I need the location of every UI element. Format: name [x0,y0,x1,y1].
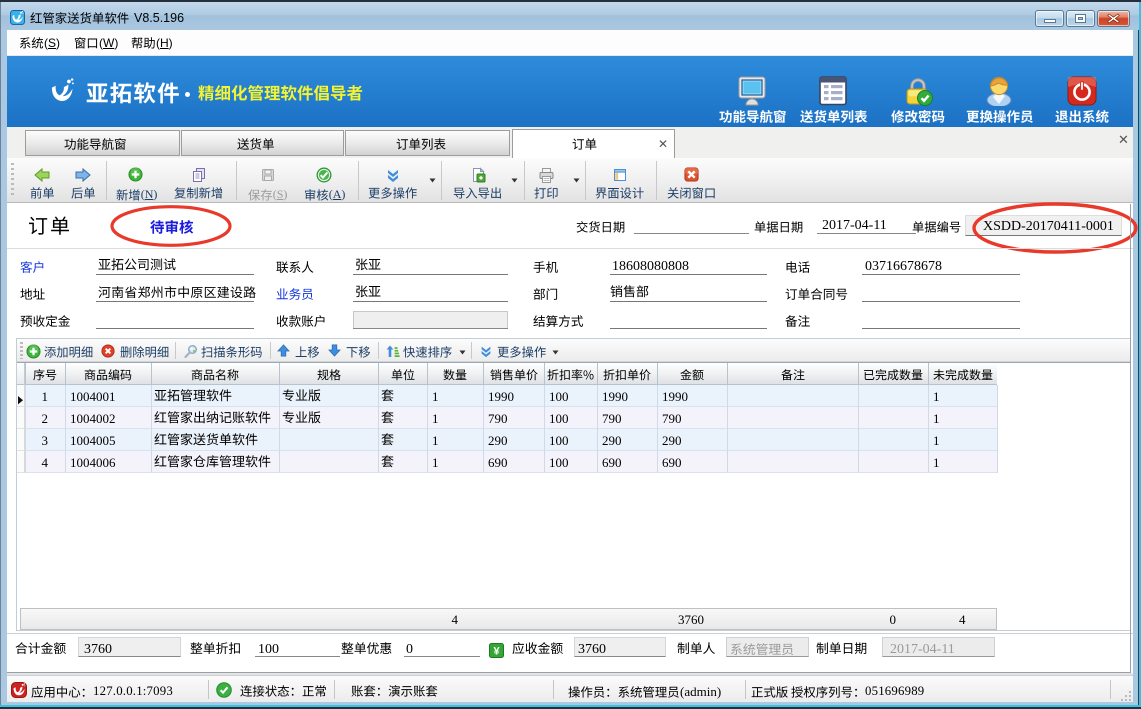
svg-text:¥: ¥ [493,646,500,658]
